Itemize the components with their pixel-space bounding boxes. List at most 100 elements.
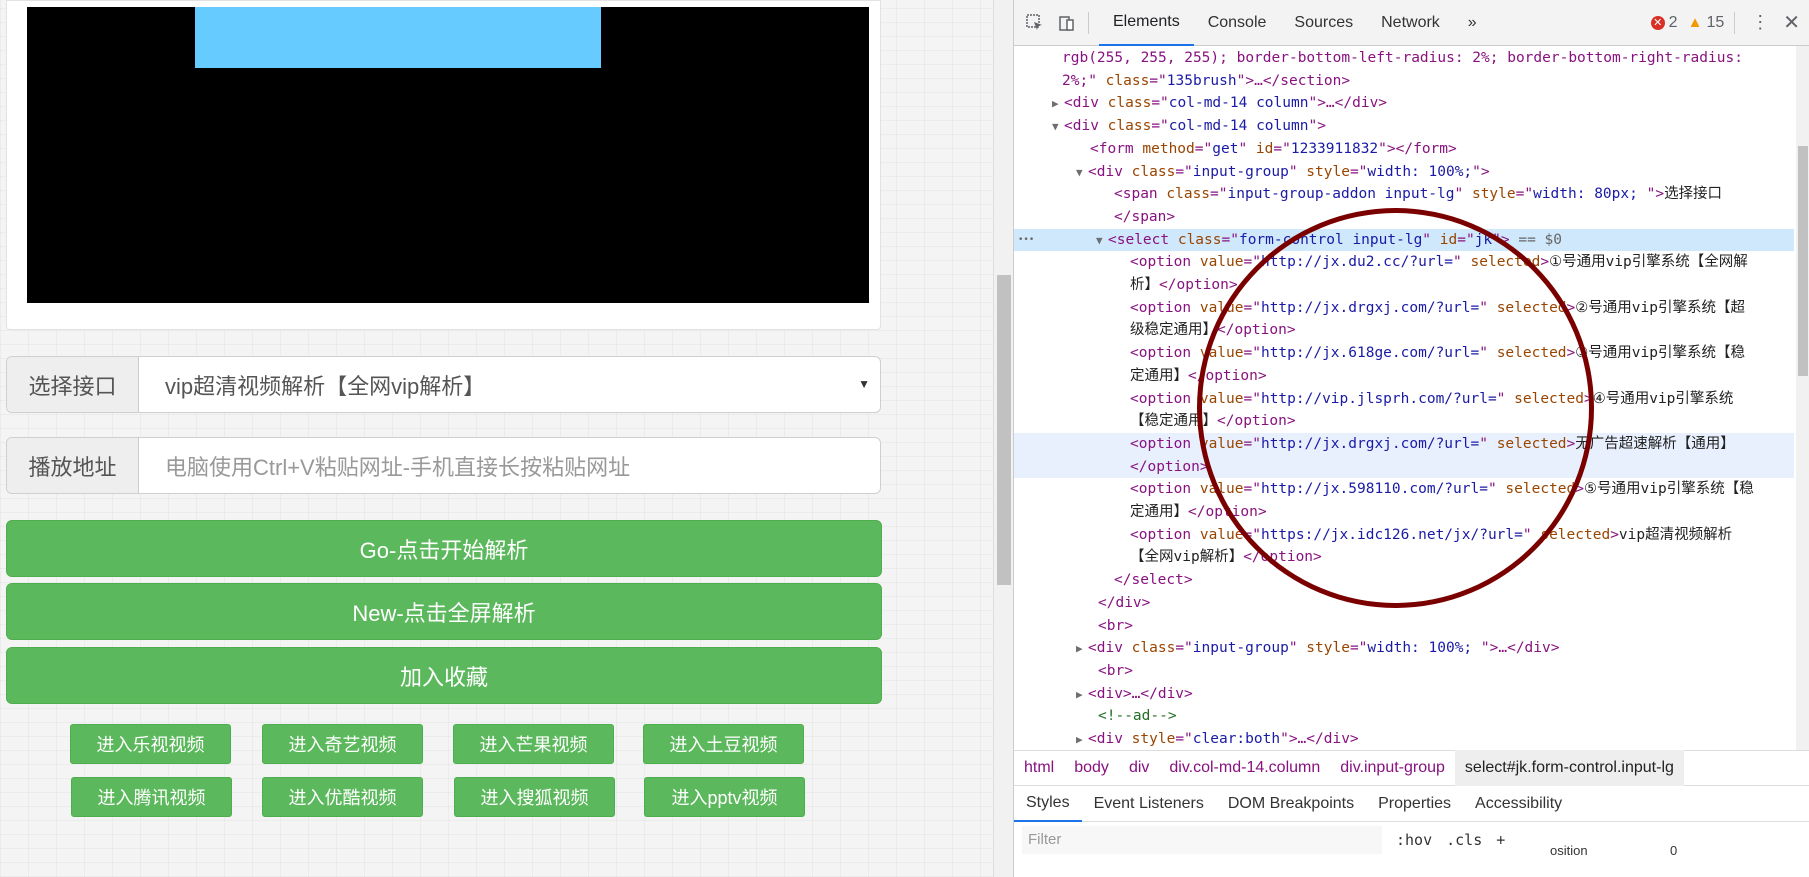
breadcrumb-div[interactable]: div [1119,750,1159,786]
link-iqiyi[interactable]: 进入奇艺视频 [262,724,423,764]
add-favorite-button[interactable]: 加入收藏 [6,647,882,704]
expand-triangle-icon[interactable]: ▶ [1076,684,1088,707]
elements-scrollbar[interactable] [1796,46,1809,750]
tab-network[interactable]: Network [1367,0,1454,46]
elements-tree[interactable]: rgb(255, 255, 255); border-bottom-left-r… [1014,46,1794,750]
link-tencent[interactable]: 进入腾讯视频 [71,777,232,817]
dom-node-line[interactable]: ▼ <select class="form-control input-lg" i… [1014,228,1794,253]
link-tudou[interactable]: 进入土豆视频 [643,724,804,764]
tab-elements[interactable]: Elements [1099,0,1194,46]
dom-node-line[interactable]: </div> [1014,592,1794,615]
class-toggle-button[interactable]: .cls [1446,831,1482,849]
dom-node-line[interactable]: ▼ <div class="input-group" style="width: … [1014,161,1794,184]
tab-sources[interactable]: Sources [1280,0,1367,46]
code-token: =" [1243,299,1261,316]
code-token: style [1306,640,1350,657]
page-scrollbar-thumb[interactable] [997,275,1011,585]
code-token: clear:both [1192,731,1281,747]
elements-scrollbar-thumb[interactable] [1798,146,1808,376]
code-token: http://jx.du2.cc/?url= [1260,254,1454,271]
dom-node-line[interactable]: <option value="http://jx.618ge.com/?url=… [1014,342,1794,365]
dom-node-line[interactable]: ▶ <div style="clear:both">…</div> [1014,728,1794,750]
dom-node-line[interactable]: <br> [1014,615,1794,638]
expand-triangle-icon[interactable]: ▶ [1076,729,1088,750]
sidebar-tabs: Styles Event Listeners DOM Breakpoints P… [1014,786,1809,822]
fullscreen-parse-button[interactable]: New-点击全屏解析 [6,583,882,640]
more-options-icon[interactable]: ⋮ [1745,12,1775,33]
dom-node-line[interactable]: 定通用】</option> [1014,501,1794,524]
dom-node-line[interactable]: </option> [1014,455,1794,479]
breadcrumb-col-md-14[interactable]: div.col-md-14.column [1159,750,1330,786]
expand-triangle-icon[interactable]: ▶ [1052,93,1064,116]
code-token: <br> [1098,617,1133,634]
code-token: selected [1496,435,1567,452]
collapse-triangle-icon[interactable]: ▼ [1096,230,1108,253]
dom-node-line[interactable]: 析】</option> [1014,274,1794,297]
video-player[interactable] [27,7,869,303]
dom-node-line[interactable]: <option value="https://jx.idc126.net/jx/… [1014,524,1794,547]
styles-filter-input[interactable] [1022,825,1382,854]
breadcrumb-select-jk[interactable]: select#jk.form-control.input-lg [1454,750,1684,786]
code-token: http://jx.drgxj.com/?url= [1260,299,1480,316]
breadcrumb-body[interactable]: body [1064,750,1119,786]
dom-node-line[interactable]: 2%;" class="135brush">…</section> [1014,70,1794,93]
dom-node-line[interactable]: <!--ad--> [1014,705,1794,728]
dom-node-line[interactable]: <span class="input-group-addon input-lg"… [1014,183,1794,206]
dom-node-line[interactable]: <option value="http://jx.drgxj.com/?url=… [1014,432,1794,456]
code-token: 定通用】 [1130,504,1188,520]
collapse-triangle-icon[interactable]: ▼ [1052,116,1064,139]
breadcrumb-html[interactable]: html [1014,750,1064,786]
dom-node-line[interactable]: <option value="http://vip.jlsprh.com/?ur… [1014,388,1794,411]
new-style-rule-button[interactable]: + [1496,831,1505,849]
tab-styles[interactable]: Styles [1014,786,1082,822]
link-letv[interactable]: 进入乐视视频 [70,724,231,764]
issue-counters[interactable]: ✕ 2 ▲ 15 ⋮ ✕ [1650,10,1809,35]
dom-node-line[interactable]: ▼ <div class="col-md-14 column"> [1014,115,1794,138]
dom-node-line[interactable]: <form method="get" id="1233911832"></for… [1014,138,1794,161]
node-actions-icon[interactable]: ••• [1018,229,1034,252]
dom-node-line[interactable]: ▶ <div class="col-md-14 column">…</div> [1014,92,1794,115]
dom-node-line[interactable]: </span> [1014,206,1794,229]
dom-node-line[interactable]: ▶ <div>…</div> [1014,683,1794,706]
code-token: <option [1130,390,1200,407]
interface-select[interactable]: vip超清视频解析【全网vip解析】 ▼ [139,357,880,412]
dom-node-line[interactable]: rgb(255, 255, 255); border-bottom-left-r… [1014,47,1794,70]
dom-node-line[interactable]: ▶ <div class="input-group" style="width: … [1014,637,1794,660]
more-tabs-button[interactable]: » [1454,0,1491,46]
link-youku[interactable]: 进入优酷视频 [262,777,423,817]
expand-triangle-icon[interactable]: ▶ [1076,638,1088,661]
tab-accessibility[interactable]: Accessibility [1463,786,1574,822]
inspect-element-icon[interactable] [1024,12,1046,34]
tab-dom-breakpoints[interactable]: DOM Breakpoints [1216,786,1366,822]
code-token: =" [1175,640,1193,657]
dom-node-line[interactable]: <option value="http://jx.598110.com/?url… [1014,478,1794,501]
page-scrollbar[interactable] [993,0,1013,877]
link-pptv[interactable]: 进入pptv视频 [644,777,805,817]
code-token: selected [1496,299,1567,316]
code-token: ①号通用vip引擎系统【全网解 [1549,254,1748,271]
code-token: > [1583,390,1593,407]
device-toolbar-icon[interactable] [1056,12,1078,34]
code-token: <option [1130,254,1200,271]
tab-console[interactable]: Console [1194,0,1281,46]
dom-node-line[interactable]: <br> [1014,660,1794,683]
dom-node-line[interactable]: <option value="http://jx.du2.cc/?url=" s… [1014,251,1794,274]
code-token: <br> [1098,662,1133,679]
dom-node-line[interactable]: 【全网vip解析】</option> [1014,546,1794,569]
dom-node-line[interactable]: 【稳定通用】</option> [1014,410,1794,433]
dom-node-line[interactable]: 定通用】</option> [1014,365,1794,388]
go-parse-button[interactable]: Go-点击开始解析 [6,520,882,577]
hover-state-button[interactable]: :hov [1396,831,1432,849]
play-url-input[interactable]: 电脑使用Ctrl+V粘贴网址-手机直接长按粘贴网址 [139,438,880,493]
code-token: > [1566,345,1576,362]
link-sohu[interactable]: 进入搜狐视频 [454,777,615,817]
tab-event-listeners[interactable]: Event Listeners [1082,786,1216,822]
breadcrumb-input-group[interactable]: div.input-group [1330,750,1455,786]
link-mango[interactable]: 进入芒果视频 [453,724,614,764]
close-devtools-icon[interactable]: ✕ [1775,10,1809,35]
dom-node-line[interactable]: </select> [1014,569,1794,592]
collapse-triangle-icon[interactable]: ▼ [1076,162,1088,185]
tab-properties[interactable]: Properties [1366,786,1463,822]
dom-node-line[interactable]: 级稳定通用】</option> [1014,319,1794,342]
dom-node-line[interactable]: <option value="http://jx.drgxj.com/?url=… [1014,297,1794,320]
